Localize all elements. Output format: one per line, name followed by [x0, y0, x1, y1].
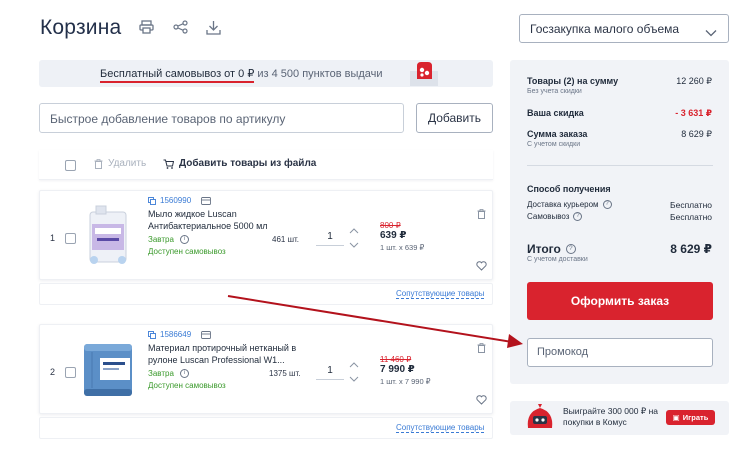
delivery-date-value: Завтра	[148, 235, 174, 244]
goods-total-sub: Без учета скидки	[527, 88, 582, 95]
pickup-promo-highlight: Бесплатный самовывоз от 0 ₽	[100, 68, 255, 83]
order-sum-sub: С учетом скидки	[527, 141, 581, 148]
chevron-down-icon	[705, 24, 717, 42]
discount-value: - 3 631 ₽	[675, 108, 712, 118]
help-icon[interactable]: ?	[573, 212, 583, 221]
item-index: 1	[50, 233, 56, 243]
product-image[interactable]	[78, 204, 138, 268]
game-banner-text: Выиграйте 300 000 ₽ на покупки в Комус	[563, 406, 658, 427]
item-checkbox[interactable]	[65, 367, 76, 378]
delivery-date: Завтра i	[148, 235, 190, 245]
pickup-row-label: Самовывоз ?	[527, 212, 583, 221]
pickup-promo-rest: из 4 500 пунктов выдачи	[254, 68, 383, 80]
pickup-value: Бесплатно	[670, 212, 712, 222]
delete-selected-label: Удалить	[108, 158, 147, 169]
card-icon	[201, 330, 212, 339]
quick-add-sku-input[interactable]: Быстрое добавление товаров по артикулу	[39, 103, 404, 133]
discount-label: Ваша скидка	[527, 108, 584, 118]
help-icon[interactable]: ?	[565, 244, 576, 254]
gamepad-icon: ▣	[672, 413, 680, 422]
item-sku[interactable]: 1586649	[148, 330, 212, 339]
promo-code-input[interactable]: Промокод	[527, 338, 713, 367]
order-sum-label: Сумма заказа	[527, 129, 588, 139]
quantity-stepper[interactable]	[349, 361, 359, 388]
total-value: 8 629 ₽	[670, 242, 712, 256]
delivery-method-label: Способ получения	[527, 184, 611, 194]
mascot-icon	[524, 404, 556, 437]
favorite-icon[interactable]	[476, 392, 487, 410]
old-price: 11 460 ₽	[380, 355, 412, 364]
quantity-stepper[interactable]	[349, 227, 359, 252]
goods-total-label: Товары (2) на сумму	[527, 76, 619, 86]
select-all-checkbox[interactable]	[65, 160, 76, 171]
help-icon[interactable]: ?	[602, 200, 612, 209]
item-sku[interactable]: 1560990	[148, 196, 212, 205]
item-index: 2	[50, 367, 56, 377]
pickup-promo-text: Бесплатный самовывоз от 0 ₽ из 4 500 пун…	[100, 67, 383, 83]
annotation-arrow	[226, 290, 526, 350]
item-price: 639 ₽	[380, 230, 407, 241]
item-sku-value: 1586649	[160, 330, 192, 339]
play-button[interactable]: ▣ Играть	[666, 410, 715, 425]
info-icon[interactable]: i	[180, 369, 190, 379]
goods-total-value: 12 260 ₽	[676, 76, 712, 86]
total-sub: С учетом доставки	[527, 256, 588, 263]
add-from-file-label: Добавить товары из файла	[179, 158, 317, 169]
item-checkbox[interactable]	[65, 233, 76, 244]
unit-price: 1 шт. x 639 ₽	[380, 243, 425, 252]
courier-label: Доставка курьером	[527, 200, 599, 209]
quick-add-button[interactable]: Добавить	[416, 103, 493, 133]
pickup-available: Доступен самовывоз	[148, 247, 226, 256]
divider	[527, 165, 713, 166]
quantity-input[interactable]: 1	[316, 231, 344, 246]
info-icon[interactable]: i	[180, 235, 190, 245]
pickup-label: Самовывоз	[527, 212, 570, 221]
product-image[interactable]	[78, 338, 138, 402]
copy-icon	[148, 330, 156, 339]
page-title: Корзина	[40, 16, 122, 39]
play-button-label: Играть	[682, 413, 709, 422]
purchase-type-value: Госзакупка малого объема	[530, 22, 680, 36]
favorite-icon[interactable]	[476, 258, 487, 276]
related-products-link[interactable]: Сопутствующие товары	[396, 423, 485, 433]
print-icon[interactable]	[137, 18, 155, 36]
courier-value: Бесплатно	[670, 200, 712, 210]
quantity-input[interactable]: 1	[316, 365, 344, 380]
order-sum-value: 8 629 ₽	[681, 129, 712, 139]
add-from-file-button[interactable]: Добавить товары из файла	[163, 158, 316, 169]
cart-icon	[163, 159, 174, 169]
trash-icon	[94, 158, 103, 169]
delivery-date-value: Завтра	[148, 369, 174, 378]
delete-selected-button[interactable]: Удалить	[94, 158, 146, 169]
purchase-type-select[interactable]: Госзакупка малого объема	[519, 14, 729, 43]
courier-row-label: Доставка курьером ?	[527, 200, 612, 209]
item-sku-value: 1560990	[160, 196, 192, 205]
total-row-label: Итого ?	[527, 242, 576, 256]
download-icon[interactable]	[204, 18, 222, 36]
card-icon	[201, 196, 212, 205]
item-price: 7 990 ₽	[380, 364, 415, 375]
unit-price: 1 шт. x 7 990 ₽	[380, 377, 431, 386]
stock-count: 1375 шт.	[269, 369, 301, 378]
item-name[interactable]: Мыло жидкое Luscan Антибактериальное 500…	[148, 208, 298, 232]
stock-count: 461 шт.	[272, 235, 299, 244]
old-price: 800 ₽	[380, 221, 401, 230]
trash-icon[interactable]	[477, 206, 486, 224]
share-icon[interactable]	[171, 18, 189, 36]
delivery-date: Завтра i	[148, 369, 190, 379]
total-label: Итого	[527, 242, 561, 256]
pickup-available: Доступен самовывоз	[148, 381, 226, 390]
checkout-button[interactable]: Оформить заказ	[527, 282, 713, 320]
copy-icon	[148, 196, 156, 205]
pickup-point-icon	[408, 61, 440, 86]
